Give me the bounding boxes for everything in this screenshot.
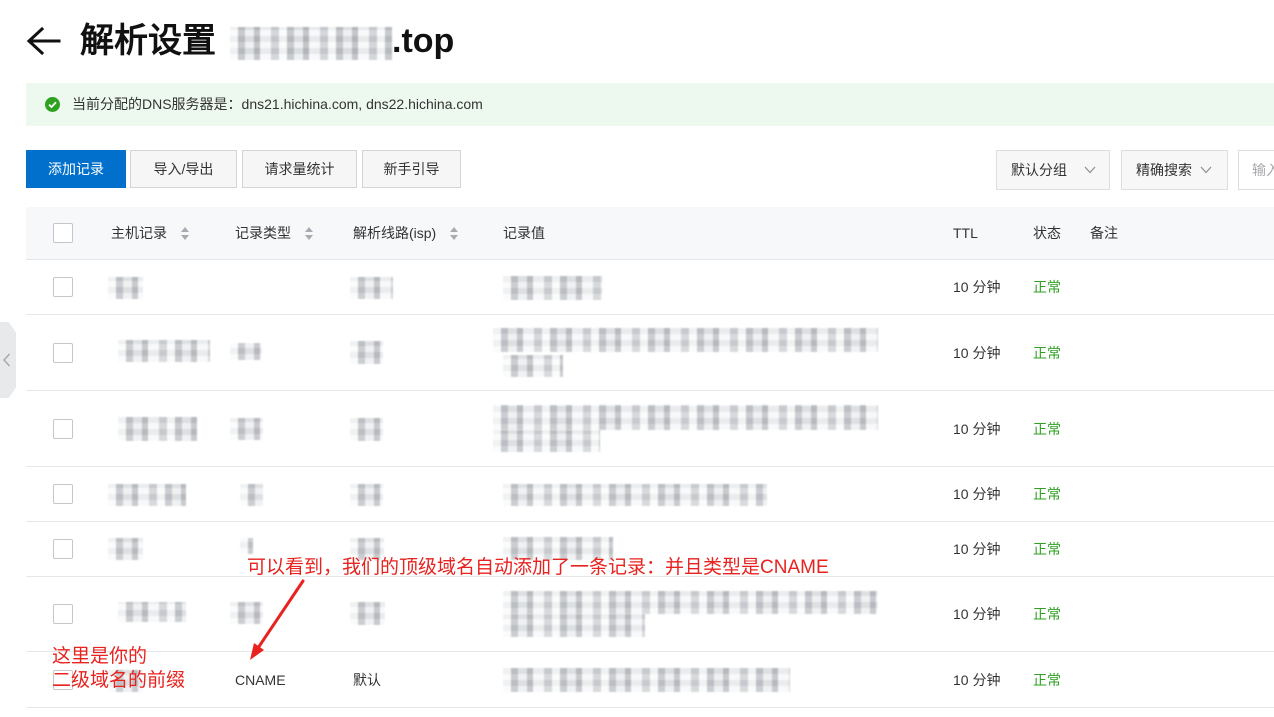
redacted-line <box>350 277 393 299</box>
table-row[interactable]: 10 分钟 正常 <box>26 260 1274 315</box>
dns-server-notice-text: 当前分配的DNS服务器是：dns21.hichina.com, dns22.hi… <box>72 96 483 112</box>
column-header-line: 解析线路(isp) <box>353 223 459 243</box>
redacted-host <box>118 602 186 622</box>
row-checkbox[interactable] <box>53 539 73 559</box>
annotation-left-note: 这里是你的 二级域名的前缀 <box>52 645 185 693</box>
redacted-value <box>493 328 878 352</box>
annotation-left-note-line2: 二级域名的前缀 <box>52 670 186 691</box>
status-cell: 正常 <box>1033 606 1061 622</box>
redacted-value <box>503 591 878 614</box>
line-cell: 默认 <box>353 671 381 688</box>
column-header-value: 记录值 <box>503 225 545 241</box>
add-record-button[interactable]: 添加记录 <box>26 150 126 188</box>
redacted-value <box>503 276 603 300</box>
check-circle-icon <box>45 97 60 112</box>
redacted-type <box>240 538 253 554</box>
status-cell: 正常 <box>1033 541 1061 557</box>
redacted-host <box>108 277 143 299</box>
table-row[interactable]: 10 分钟 正常 <box>26 467 1274 522</box>
column-header-host-label: 主机记录 <box>111 225 167 241</box>
import-export-button[interactable]: 导入/导出 <box>130 150 237 188</box>
redacted-value <box>503 614 645 637</box>
redacted-value <box>493 405 878 430</box>
status-cell: 正常 <box>1033 279 1061 295</box>
table-row[interactable]: CNAME 默认 10 分钟 正常 <box>26 652 1274 708</box>
redacted-host <box>118 340 210 362</box>
chevron-left-icon <box>3 353 11 367</box>
annotation-top-note: 可以看到，我们的顶级域名自动添加了一条记录：并且类型是CNAME <box>247 557 829 578</box>
column-header-line-label: 解析线路(isp) <box>353 225 437 241</box>
status-cell: 正常 <box>1033 486 1061 502</box>
ttl-cell: 10 分钟 <box>953 279 1001 295</box>
ttl-cell: 10 分钟 <box>953 420 1001 437</box>
request-stats-button[interactable]: 请求量统计 <box>242 150 357 188</box>
ttl-cell: 10 分钟 <box>953 486 1001 502</box>
annotation-left-note-line1: 这里是你的 <box>52 646 148 667</box>
redacted-type <box>230 418 263 440</box>
search-mode-select-value: 精确搜索 <box>1136 162 1192 178</box>
table-row[interactable]: 10 分钟 正常 <box>26 577 1274 652</box>
row-checkbox[interactable] <box>53 484 73 504</box>
redacted-value <box>503 484 767 506</box>
sort-icon[interactable] <box>181 226 189 240</box>
sort-icon[interactable] <box>305 226 313 240</box>
ttl-cell: 10 分钟 <box>953 541 1001 557</box>
status-cell: 正常 <box>1033 671 1061 688</box>
redacted-host <box>108 484 186 506</box>
redacted-line <box>350 484 383 506</box>
page-title: 解析设置 .top <box>0 0 600 70</box>
column-header-type-label: 记录类型 <box>235 225 291 241</box>
column-header-type: 记录类型 <box>235 223 313 243</box>
search-input[interactable] <box>1239 151 1274 189</box>
redacted-value <box>503 355 563 377</box>
table-row[interactable]: 10 分钟 正常 <box>26 315 1274 391</box>
redacted-host <box>108 538 143 560</box>
chevron-down-icon <box>1200 166 1212 174</box>
redacted-type <box>240 484 263 506</box>
column-header-status: 状态 <box>1033 225 1061 241</box>
dns-server-notice: 当前分配的DNS服务器是：dns21.hichina.com, dns22.hi… <box>26 83 1274 126</box>
table-row[interactable]: 10 分钟 正常 <box>26 391 1274 467</box>
redacted-line <box>350 341 383 364</box>
column-header-host: 主机记录 <box>111 223 189 243</box>
redacted-domain-name <box>230 27 392 60</box>
table-header: 主机记录 记录类型 解析线路(isp) 记录值 TTL 状态 备注 <box>26 207 1274 260</box>
annotation-arrow <box>250 579 305 660</box>
sidebar-collapse-tab[interactable] <box>0 322 16 398</box>
ttl-cell: 10 分钟 <box>953 606 1001 622</box>
ttl-cell: 10 分钟 <box>953 344 1001 361</box>
chevron-down-icon <box>1084 166 1096 174</box>
page-title-text: 解析设置 <box>80 22 216 60</box>
search-mode-select[interactable]: 精确搜索 <box>1121 150 1228 190</box>
status-cell: 正常 <box>1033 344 1061 361</box>
column-header-ttl: TTL <box>953 225 978 241</box>
row-checkbox[interactable] <box>53 342 73 363</box>
redacted-value <box>503 668 790 692</box>
redacted-line <box>350 602 385 625</box>
redacted-line <box>350 418 383 441</box>
group-select[interactable]: 默认分组 <box>996 150 1110 190</box>
select-all-checkbox[interactable] <box>53 223 73 243</box>
ttl-cell: 10 分钟 <box>953 671 1001 688</box>
row-checkbox[interactable] <box>53 418 73 439</box>
redacted-value <box>493 430 600 452</box>
row-checkbox[interactable] <box>53 604 73 624</box>
status-cell: 正常 <box>1033 420 1061 437</box>
beginner-guide-button[interactable]: 新手引导 <box>362 150 461 188</box>
search-box <box>1238 150 1274 190</box>
column-header-remark: 备注 <box>1090 225 1118 241</box>
type-cell: CNAME <box>235 671 286 688</box>
row-checkbox[interactable] <box>53 277 73 297</box>
group-select-value: 默认分组 <box>1011 162 1067 178</box>
page-title-domain-suffix: .top <box>392 22 455 60</box>
redacted-type <box>230 343 262 360</box>
redacted-host <box>118 417 197 441</box>
sort-icon[interactable] <box>450 226 459 240</box>
